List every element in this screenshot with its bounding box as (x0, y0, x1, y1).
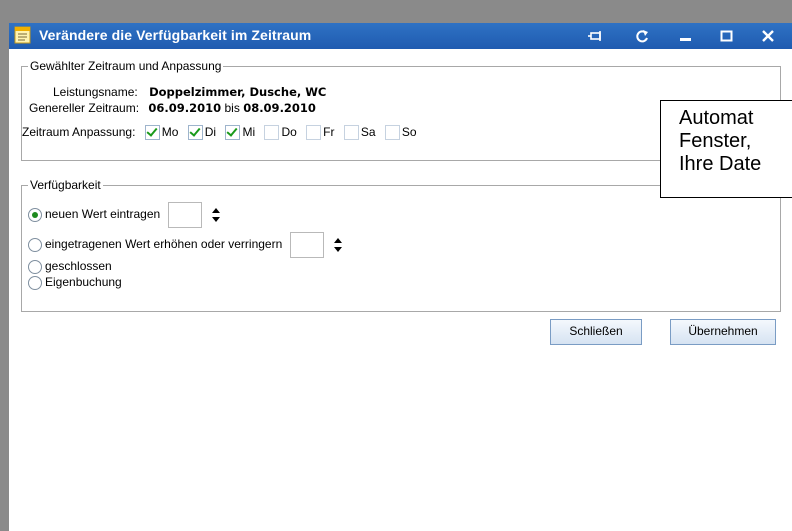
day-checkboxes: Zeitraum Anpassung: Mo Di Mi Do Fr Sa So (22, 125, 423, 141)
option-new-value[interactable]: neuen Wert eintragen (28, 202, 221, 228)
checkbox[interactable] (384, 125, 400, 141)
option-label: neuen Wert eintragen (45, 207, 161, 222)
day-checkbox-so[interactable]: So (384, 125, 417, 141)
spinner-icon[interactable] (211, 208, 221, 222)
radio-button[interactable] (28, 208, 42, 222)
period-bis: bis (224, 101, 240, 115)
popup-line: Automat (679, 107, 754, 129)
close-icon[interactable] (759, 27, 777, 45)
minimize-icon[interactable] (677, 27, 695, 45)
availability-group-legend: Verfügbarkeit (30, 178, 101, 192)
window-frame-left (0, 0, 9, 531)
day-label: Mi (242, 125, 256, 139)
availability-group: Verfügbarkeit neuen Wert eintragen einge… (21, 178, 781, 312)
period-label: Genereller Zeitraum: (29, 101, 140, 115)
notepad-icon (14, 26, 31, 44)
pin-icon[interactable] (587, 27, 605, 45)
checkbox[interactable] (264, 125, 280, 141)
period-group-legend: Gewählter Zeitraum und Anpassung (30, 59, 222, 73)
option-label: geschlossen (45, 259, 112, 273)
checkbox[interactable] (187, 125, 203, 141)
day-checkbox-do[interactable]: Do (264, 125, 297, 141)
day-checkbox-mi[interactable]: Mi (225, 125, 256, 141)
service-name-label: Leistungsname: (53, 85, 138, 99)
window-title: Verändere die Verfügbarkeit im Zeitraum (39, 27, 312, 43)
popup-line: Ihre Date (679, 153, 762, 175)
period-to: 08.09.2010 (243, 101, 316, 115)
day-label: Mo (161, 125, 179, 139)
adjust-label: Zeitraum Anpassung: (22, 125, 136, 139)
service-name-value: Doppelzimmer, Dusche, WC (149, 85, 327, 99)
dialog-window: Verändere die Verfügbarkeit im Zeitraum … (0, 0, 792, 531)
apply-button[interactable]: Übernehmen (670, 319, 776, 345)
new-value-input[interactable] (167, 202, 202, 228)
close-button[interactable]: Schließen (550, 319, 642, 345)
day-checkbox-di[interactable]: Di (187, 125, 217, 141)
checkbox[interactable] (144, 125, 160, 141)
option-label: eingetragenen Wert erhöhen oder verringe… (45, 237, 283, 252)
day-label: Fr (323, 125, 335, 139)
checkbox[interactable] (225, 125, 241, 141)
popup-line: Fenster, (679, 130, 752, 152)
refresh-icon[interactable] (633, 27, 651, 45)
radio-button[interactable] (28, 275, 42, 290)
option-closed[interactable]: geschlossen (28, 259, 112, 274)
day-checkbox-mo[interactable]: Mo (144, 125, 179, 141)
day-label: Do (281, 125, 297, 139)
period-from: 06.09.2010 (148, 101, 222, 115)
option-change-value[interactable]: eingetragenen Wert erhöhen oder verringe… (28, 232, 343, 258)
day-checkbox-sa[interactable]: Sa (343, 125, 376, 141)
checkbox[interactable] (306, 125, 322, 141)
title-bar[interactable]: Verändere die Verfügbarkeit im Zeitraum (9, 23, 792, 49)
option-label: Eigenbuchung (45, 275, 122, 289)
option-own-booking[interactable]: Eigenbuchung (28, 275, 122, 290)
day-label: Sa (360, 125, 376, 139)
maximize-icon[interactable] (718, 27, 736, 45)
radio-button[interactable] (28, 238, 42, 252)
tooltip-popup: Automat Fenster, Ihre Date (660, 100, 792, 198)
day-label: Di (204, 125, 217, 139)
day-checkbox-fr[interactable]: Fr (306, 125, 335, 141)
day-label: So (401, 125, 417, 139)
spinner-icon[interactable] (333, 238, 343, 252)
change-value-input[interactable] (289, 232, 324, 258)
radio-button[interactable] (28, 259, 42, 274)
checkbox[interactable] (343, 125, 359, 141)
